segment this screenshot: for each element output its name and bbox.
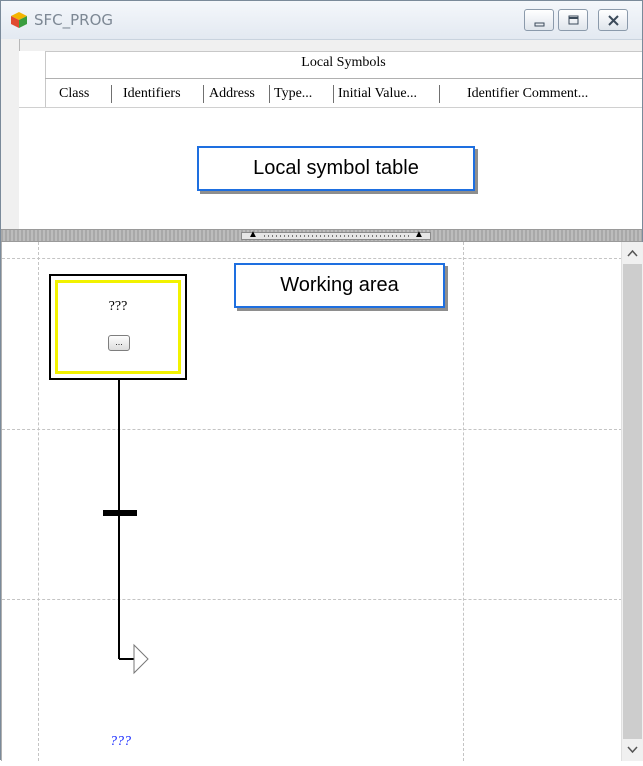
scroll-up-button[interactable]	[622, 242, 643, 264]
sfc-program-window: SFC_PROG Local Symbols Class Identifiers…	[0, 0, 643, 761]
close-icon	[608, 15, 619, 26]
step-name[interactable]: ???	[58, 299, 178, 315]
splitter-up-arrow-icon[interactable]: ▲	[414, 230, 424, 240]
splitter-grip	[264, 235, 410, 237]
column-separator[interactable]	[203, 85, 204, 103]
splitter-handle[interactable]: ▲ ▲	[241, 230, 431, 240]
column-separator[interactable]	[333, 85, 334, 103]
sfc-transition	[103, 510, 137, 516]
scroll-down-button[interactable]	[622, 739, 643, 761]
minimize-icon	[534, 22, 545, 27]
app-cube-icon	[9, 10, 29, 30]
column-header-initial-value[interactable]: Initial Value...	[338, 86, 417, 102]
maximize-icon	[568, 15, 579, 25]
header-bottom-border	[19, 107, 642, 108]
column-separator[interactable]	[269, 85, 270, 103]
local-symbols-title: Local Symbols	[301, 55, 386, 70]
callout-local-symbol-table: Local symbol table	[197, 146, 475, 191]
minimize-button[interactable]	[524, 9, 554, 31]
scroll-thumb[interactable]	[623, 264, 642, 739]
column-headers: Class Identifiers Address Type... Initia…	[45, 79, 642, 107]
step-action-button[interactable]: ...	[108, 335, 130, 351]
jump-target-label[interactable]: ???	[110, 734, 131, 750]
sfc-jump-arrow-icon	[133, 643, 149, 675]
scroll-up-icon	[627, 249, 638, 257]
column-header-identifiers[interactable]: Identifiers	[123, 86, 181, 102]
column-header-identifier-comment[interactable]: Identifier Comment...	[467, 86, 588, 102]
scroll-down-icon	[627, 746, 638, 754]
column-header-address[interactable]: Address	[209, 86, 255, 102]
maximize-button[interactable]	[558, 9, 588, 31]
splitter-up-arrow-icon[interactable]: ▲	[248, 230, 258, 240]
title-bar[interactable]: SFC_PROG	[1, 1, 642, 40]
vertical-scrollbar[interactable]	[621, 242, 643, 761]
row-header-strip	[1, 39, 20, 229]
sfc-step-highlight: ??? ...	[55, 280, 181, 374]
callout-working-area: Working area	[234, 263, 445, 308]
window-title: SFC_PROG	[34, 11, 114, 29]
table-corner-cell	[19, 51, 46, 108]
column-separator[interactable]	[439, 85, 440, 103]
column-separator[interactable]	[111, 85, 112, 103]
close-button[interactable]	[598, 9, 628, 31]
column-header-class[interactable]: Class	[59, 86, 89, 102]
column-header-type[interactable]: Type...	[274, 86, 312, 102]
sfc-step[interactable]: ??? ...	[49, 274, 187, 380]
local-symbols-header: Local Symbols Class Identifiers Address …	[45, 52, 642, 108]
